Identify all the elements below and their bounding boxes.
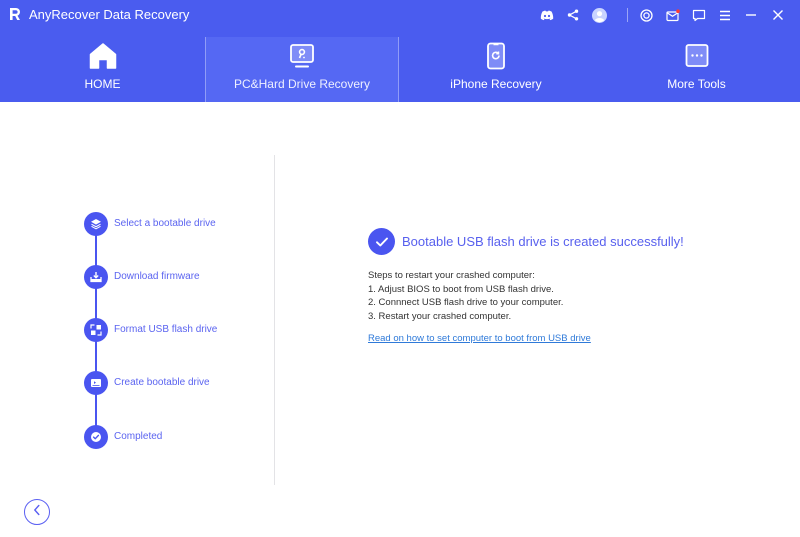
menu-icon[interactable]: [716, 6, 734, 24]
step-label: Create bootable drive: [114, 377, 210, 388]
iphone-refresh-icon: [481, 42, 511, 70]
format-grid-icon: [84, 318, 108, 342]
tab-iphone-recovery[interactable]: iPhone Recovery: [399, 37, 593, 102]
step-select-bootable-drive: Select a bootable drive: [84, 212, 284, 236]
layers-icon: [84, 212, 108, 236]
app-logo-icon: [9, 7, 21, 21]
success-message: Bootable USB flash drive is created succ…: [368, 228, 684, 255]
settings-target-icon[interactable]: [637, 6, 655, 24]
titlebar: AnyRecover Data Recovery: [0, 0, 800, 30]
instruction-item: 3. Restart your crashed computer.: [368, 310, 512, 322]
titlebar-separator: [627, 8, 628, 22]
header: AnyRecover Data Recovery HOME PC&Hard Dr…: [0, 0, 800, 102]
close-icon[interactable]: [769, 6, 787, 24]
step-label: Download firmware: [114, 271, 200, 282]
step-label: Completed: [114, 431, 163, 442]
tab-home-label: HOME: [84, 77, 121, 91]
vertical-divider: [274, 155, 275, 485]
tab-pc-hard-drive-recovery-label: PC&Hard Drive Recovery: [233, 77, 371, 91]
instruction-item: 1. Adjust BIOS to boot from USB flash dr…: [368, 283, 554, 295]
share-icon[interactable]: [564, 6, 582, 24]
app-window: AnyRecover Data Recovery HOME PC&Hard Dr…: [0, 0, 800, 537]
pc-drive-icon: [287, 42, 317, 70]
step-download-firmware: Download firmware: [84, 265, 284, 289]
tab-iphone-recovery-label: iPhone Recovery: [450, 77, 542, 91]
create-drive-icon: [84, 371, 108, 395]
tab-more-tools[interactable]: More Tools: [593, 37, 800, 102]
success-title: Bootable USB flash drive is created succ…: [402, 233, 684, 249]
account-icon[interactable]: [590, 6, 608, 24]
minimize-icon[interactable]: [742, 6, 760, 24]
instruction-item: 2. Connnect USB flash drive to your comp…: [368, 297, 564, 308]
step-label: Format USB flash drive: [114, 324, 218, 335]
tab-more-tools-label: More Tools: [667, 77, 726, 91]
feedback-icon[interactable]: [690, 6, 708, 24]
discord-icon[interactable]: [538, 6, 556, 24]
app-title: AnyRecover Data Recovery: [29, 7, 190, 22]
more-tools-icon: [682, 42, 712, 70]
back-button[interactable]: [24, 499, 50, 525]
download-tray-icon: [84, 265, 108, 289]
step-format-usb-flash-drive: Format USB flash drive: [84, 318, 284, 342]
check-circle-icon: [84, 425, 108, 449]
step-completed: Completed: [84, 425, 284, 449]
tab-home[interactable]: HOME: [0, 37, 205, 102]
restart-instructions: Steps to restart your crashed computer: …: [368, 269, 563, 323]
step-create-bootable-drive: Create bootable drive: [84, 371, 284, 395]
mail-icon[interactable]: [664, 6, 682, 24]
chevron-left-icon: [32, 503, 42, 521]
main-nav: HOME PC&Hard Drive Recovery iPhone Recov…: [0, 37, 800, 102]
boot-from-usb-help-link[interactable]: Read on how to set computer to boot from…: [368, 333, 591, 345]
step-label: Select a bootable drive: [114, 218, 216, 229]
tab-pc-hard-drive-recovery[interactable]: PC&Hard Drive Recovery: [205, 37, 399, 102]
home-icon: [88, 42, 118, 70]
instructions-heading: Steps to restart your crashed computer:: [368, 270, 535, 281]
success-check-icon: [368, 228, 395, 255]
